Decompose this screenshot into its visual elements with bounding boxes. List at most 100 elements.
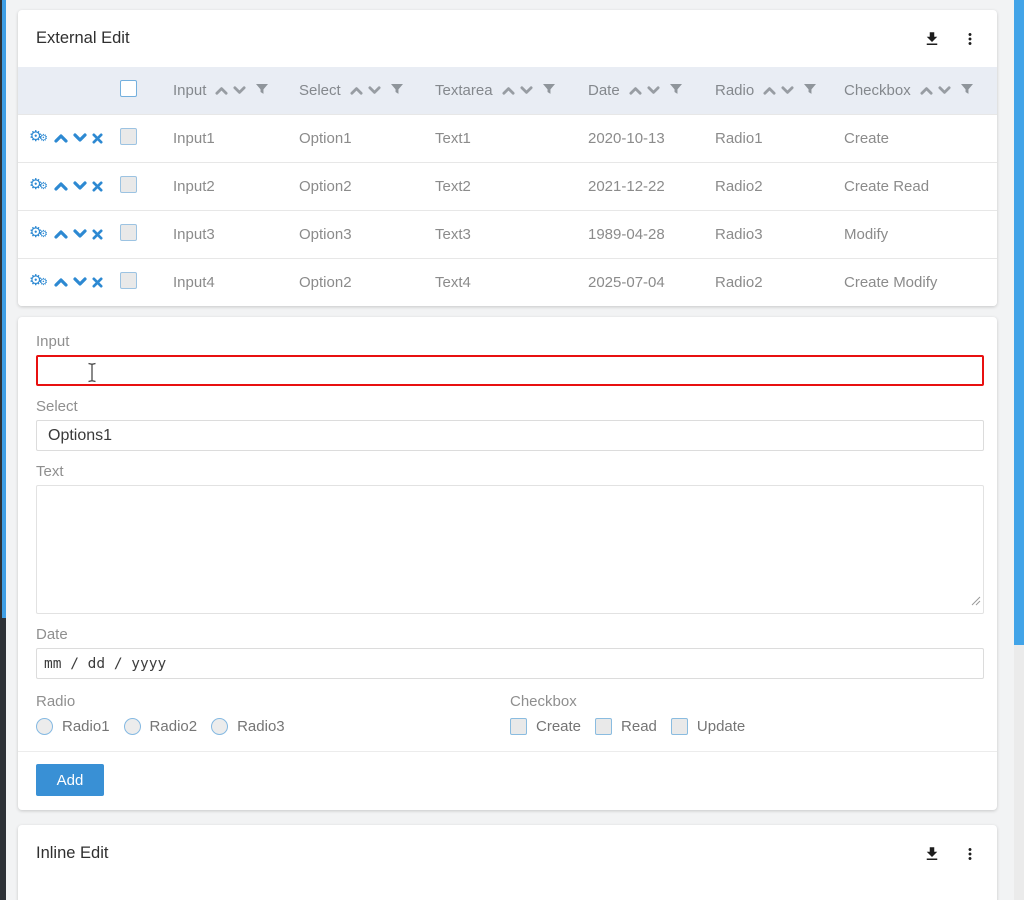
table-row: ⚙⚙ Input2 Option2 Text2 2021-12-22 Radio… [18,162,997,210]
sort-down-icon[interactable] [781,86,794,95]
cell-date: 2020-10-13 [580,114,707,162]
delete-icon[interactable] [92,181,103,192]
column-label: Radio [715,82,754,99]
move-down-icon[interactable] [73,181,87,191]
row-checkbox[interactable] [120,224,137,241]
card-actions [923,30,979,48]
row-checkbox[interactable] [120,272,137,289]
delete-icon[interactable] [92,229,103,240]
cell-select: Option1 [291,114,427,162]
inline-edit-header: Inline Edit [18,825,997,882]
column-label: Select [299,82,341,99]
column-label: Textarea [435,82,493,99]
move-down-icon[interactable] [73,229,87,239]
actions-header [18,67,112,114]
sort-up-icon[interactable] [502,86,515,95]
text-area[interactable] [36,485,984,614]
row-checkbox[interactable] [120,176,137,193]
add-button[interactable]: Add [36,764,104,796]
move-up-icon[interactable] [54,181,68,191]
delete-icon[interactable] [92,277,103,288]
checkbox-option-label: Update [697,718,745,735]
radio-radio1[interactable] [36,718,53,735]
input-field[interactable] [36,355,984,386]
column-label: Checkbox [844,82,911,99]
sort-down-icon[interactable] [647,86,660,95]
row-checkbox[interactable] [120,128,137,145]
external-edit-card: External Edit [18,10,997,306]
left-scrollbar-track[interactable] [0,0,6,900]
sort-up-icon[interactable] [763,86,776,95]
page: External Edit [0,0,1024,900]
sort-up-icon[interactable] [629,86,642,95]
radio-radio2[interactable] [124,718,141,735]
row-check-cell [112,162,165,210]
card-actions [923,845,979,863]
cell-input: Input3 [165,210,291,258]
row-check-cell [112,210,165,258]
move-up-icon[interactable] [54,277,68,287]
delete-icon[interactable] [92,133,103,144]
checkbox-create[interactable] [510,718,527,735]
move-down-icon[interactable] [73,133,87,143]
cell-textarea: Text2 [427,162,580,210]
checkbox-group-label: Checkbox [510,693,984,710]
filter-icon[interactable] [543,84,555,96]
card-title: External Edit [36,29,923,48]
radio-radio3[interactable] [211,718,228,735]
checkbox-read[interactable] [595,718,612,735]
filter-icon[interactable] [256,84,268,96]
radio-group-label: Radio [36,693,510,710]
cell-radio: Radio2 [707,258,836,306]
radio-option-label: Radio1 [62,718,110,735]
move-down-icon[interactable] [73,277,87,287]
radio-option-label: Radio2 [150,718,198,735]
date-field[interactable]: mm / dd / yyyy [36,648,984,679]
cell-textarea: Text3 [427,210,580,258]
select-label: Select [36,398,984,415]
row-actions: ⚙⚙ [18,162,112,210]
select-all-checkbox[interactable] [120,80,137,97]
cell-input: Input4 [165,258,291,306]
sort-down-icon[interactable] [520,86,533,95]
row-actions: ⚙⚙ [18,114,112,162]
settings-icon[interactable]: ⚙⚙ [29,273,49,291]
select-field[interactable]: Options1 [36,420,984,451]
date-label: Date [36,626,984,643]
filter-icon[interactable] [804,84,816,96]
column-header-checkbox: Checkbox [836,67,997,114]
kebab-menu-icon[interactable] [961,30,979,48]
cell-textarea: Text1 [427,114,580,162]
right-scrollbar-track[interactable] [1014,0,1024,900]
sort-down-icon[interactable] [233,86,246,95]
cell-select: Option2 [291,258,427,306]
sort-up-icon[interactable] [920,86,933,95]
sort-down-icon[interactable] [938,86,951,95]
column-header-textarea: Textarea [427,67,580,114]
inline-edit-card: Inline Edit [18,825,997,900]
resize-handle-icon[interactable] [971,593,981,611]
filter-icon[interactable] [391,84,403,96]
checkbox-update[interactable] [671,718,688,735]
settings-icon[interactable]: ⚙⚙ [29,129,49,147]
move-up-icon[interactable] [54,133,68,143]
kebab-menu-icon[interactable] [961,845,979,863]
select-value: Options1 [48,427,112,445]
settings-icon[interactable]: ⚙⚙ [29,177,49,195]
settings-icon[interactable]: ⚙⚙ [29,225,49,243]
table-header-row: Input Select [18,67,997,114]
choice-row: Radio Radio1 Radio2 Radio3 Checkbox [36,693,984,735]
right-scrollbar-thumb[interactable] [1014,0,1024,645]
sort-up-icon[interactable] [215,86,228,95]
move-up-icon[interactable] [54,229,68,239]
cell-radio: Radio3 [707,210,836,258]
sort-up-icon[interactable] [350,86,363,95]
row-actions: ⚙⚙ [18,210,112,258]
left-scrollbar-thumb[interactable] [2,0,6,618]
sort-down-icon[interactable] [368,86,381,95]
download-icon[interactable] [923,845,941,863]
filter-icon[interactable] [961,84,973,96]
radio-group: Radio Radio1 Radio2 Radio3 [36,693,510,735]
download-icon[interactable] [923,30,941,48]
filter-icon[interactable] [670,84,682,96]
